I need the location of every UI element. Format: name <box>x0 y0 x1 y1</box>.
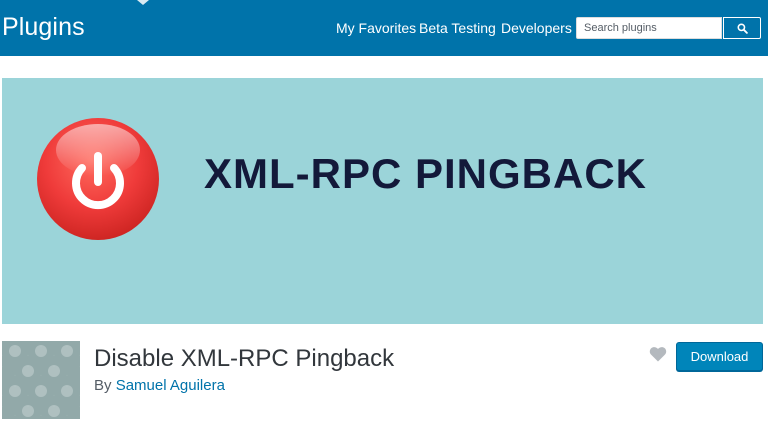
plugin-title: Disable XML-RPC Pingback <box>94 345 395 372</box>
plugin-banner: XML-RPC PINGBACK <box>2 78 763 324</box>
power-icon <box>37 118 159 240</box>
site-title[interactable]: Plugins <box>2 12 85 42</box>
banner-title: XML-RPC PINGBACK <box>204 150 647 197</box>
author-link[interactable]: Samuel Aguilera <box>116 377 225 394</box>
heart-icon <box>649 347 667 362</box>
search-icon <box>737 23 748 34</box>
plugin-icon <box>2 341 80 419</box>
search-input[interactable] <box>576 17 722 39</box>
favorite-button[interactable] <box>649 346 667 364</box>
plugin-author: By Samuel Aguilera <box>94 377 225 395</box>
nav-beta-testing[interactable]: Beta Testing <box>419 19 496 37</box>
nav-my-favorites[interactable]: My Favorites <box>336 19 416 37</box>
author-prefix: By <box>94 377 112 394</box>
nav-developers[interactable]: Developers <box>501 19 572 37</box>
search-button[interactable] <box>723 17 761 39</box>
header-notch <box>137 0 149 5</box>
download-button[interactable]: Download <box>676 342 763 371</box>
plugin-icon-pattern <box>2 341 80 419</box>
site-header: Plugins My Favorites Beta Testing Develo… <box>0 0 768 56</box>
